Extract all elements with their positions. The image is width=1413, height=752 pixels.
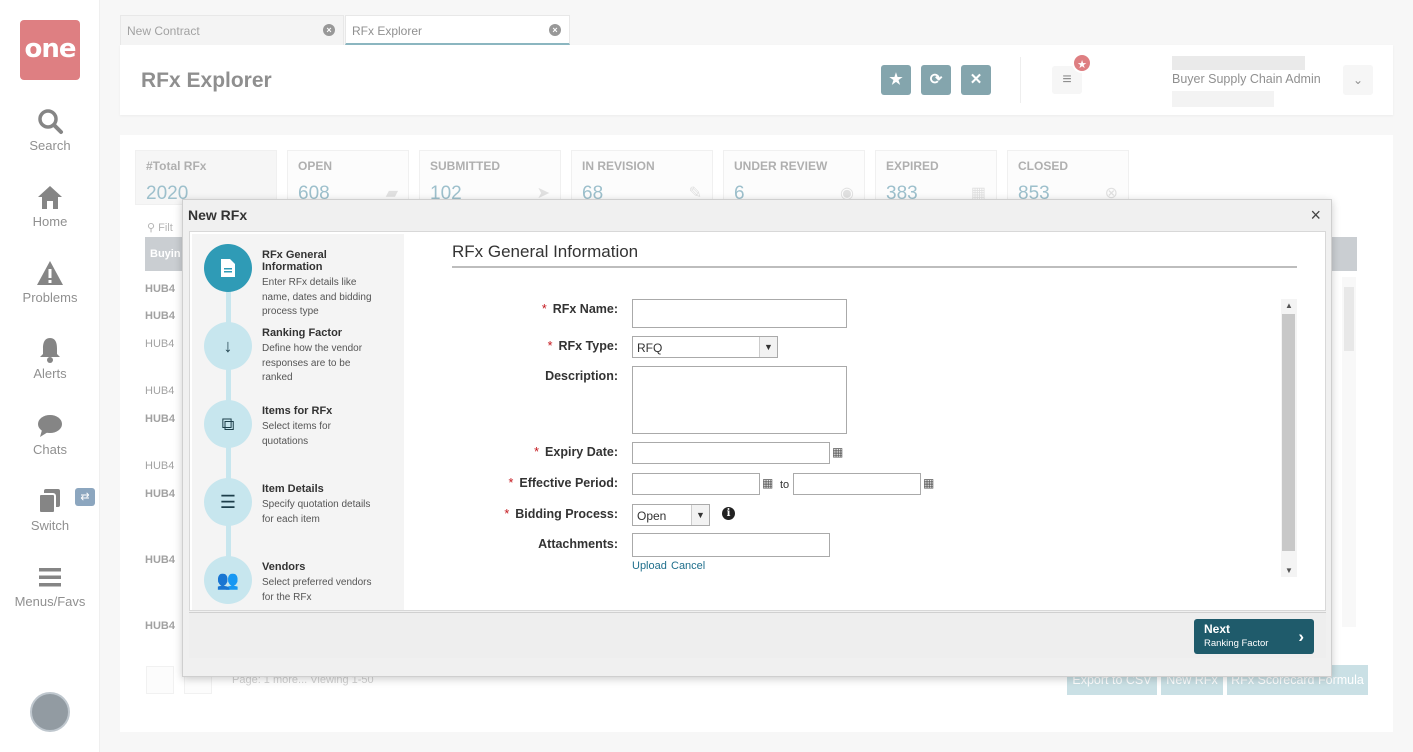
chevron-right-icon: › bbox=[1298, 627, 1304, 646]
calendar-icon[interactable]: ▦ bbox=[923, 476, 934, 490]
step-items[interactable]: ⧉ bbox=[204, 400, 252, 448]
list-icon: ☰ bbox=[219, 492, 237, 512]
next-button[interactable]: Next Ranking Factor › bbox=[1194, 619, 1314, 654]
label-text: RFx Name: bbox=[552, 302, 618, 316]
effective-end-input[interactable] bbox=[793, 473, 921, 495]
cubes-icon: ⧉ bbox=[221, 414, 235, 434]
step-ranking-factor[interactable]: ↓ bbox=[204, 322, 252, 370]
cancel-link[interactable]: Cancel bbox=[671, 560, 705, 572]
label-text: Effective Period: bbox=[519, 476, 618, 490]
next-label: Next bbox=[1204, 622, 1231, 636]
step-desc: Enter RFx details like name, dates and b… bbox=[262, 277, 372, 317]
to-label: to bbox=[780, 479, 790, 491]
upload-link[interactable]: Upload bbox=[632, 560, 667, 572]
step-title[interactable]: Vendors bbox=[262, 561, 382, 573]
step-desc: Select items for quotations bbox=[262, 421, 331, 447]
modal-footer: Next Ranking Factor › bbox=[189, 612, 1326, 658]
info-icon[interactable]: i bbox=[722, 507, 735, 520]
calendar-icon[interactable]: ▦ bbox=[832, 445, 843, 459]
step-title[interactable]: Items for RFx bbox=[262, 405, 382, 417]
document-icon bbox=[221, 259, 235, 277]
step-title[interactable]: RFx General Information bbox=[262, 249, 382, 273]
step-desc: Specify quotation details for each item bbox=[262, 499, 371, 525]
users-icon: 👥 bbox=[216, 570, 240, 590]
scroll-down-icon[interactable]: ▼ bbox=[1281, 566, 1297, 575]
bidding-process-select[interactable]: Open ▼ bbox=[632, 504, 710, 526]
form-divider bbox=[452, 266, 1297, 268]
expiry-date-input[interactable] bbox=[632, 442, 830, 464]
chevron-down-icon: ▼ bbox=[691, 505, 709, 525]
label-text: Description: bbox=[545, 369, 618, 383]
form-scrollbar[interactable]: ▲ ▼ bbox=[1281, 299, 1297, 577]
calendar-icon[interactable]: ▦ bbox=[762, 476, 773, 490]
step-title[interactable]: Item Details bbox=[262, 483, 382, 495]
description-textarea[interactable] bbox=[632, 366, 847, 434]
rfx-name-input[interactable] bbox=[632, 299, 847, 328]
step-title[interactable]: Ranking Factor bbox=[262, 327, 382, 339]
modal-body: RFx General Information Enter RFx detail… bbox=[189, 231, 1326, 611]
modal-close-icon[interactable]: × bbox=[1310, 205, 1321, 226]
step-vendors[interactable]: 👥 bbox=[204, 556, 252, 604]
modal-title: New RFx bbox=[188, 207, 248, 223]
label-text: RFx Type: bbox=[558, 339, 619, 353]
rfx-type-select[interactable]: RFQ ▼ bbox=[632, 336, 778, 358]
label-text: Attachments: bbox=[538, 537, 618, 551]
label-text: Bidding Process: bbox=[515, 507, 618, 521]
step-desc: Define how the vendor responses are to b… bbox=[262, 343, 363, 383]
next-sublabel: Ranking Factor bbox=[1204, 638, 1269, 649]
scroll-up-icon[interactable]: ▲ bbox=[1281, 301, 1297, 310]
scroll-thumb[interactable] bbox=[1282, 314, 1295, 551]
new-rfx-modal: New RFx × RFx General Information Enter … bbox=[182, 199, 1332, 677]
attachments-input[interactable] bbox=[632, 533, 830, 557]
bidding-value: Open bbox=[637, 509, 667, 523]
effective-start-input[interactable] bbox=[632, 473, 760, 495]
form-title: RFx General Information bbox=[452, 242, 639, 261]
wizard-steps: RFx General Information Enter RFx detail… bbox=[192, 234, 404, 610]
label-text: Expiry Date: bbox=[545, 445, 618, 459]
rfx-type-value: RFQ bbox=[637, 341, 663, 355]
step-item-details[interactable]: ☰ bbox=[204, 478, 252, 526]
chevron-down-icon: ▼ bbox=[759, 337, 777, 357]
step-desc: Select preferred vendors for the RFx bbox=[262, 577, 372, 603]
step-general-info[interactable] bbox=[204, 244, 252, 292]
arrow-down-icon: ↓ bbox=[223, 336, 233, 356]
